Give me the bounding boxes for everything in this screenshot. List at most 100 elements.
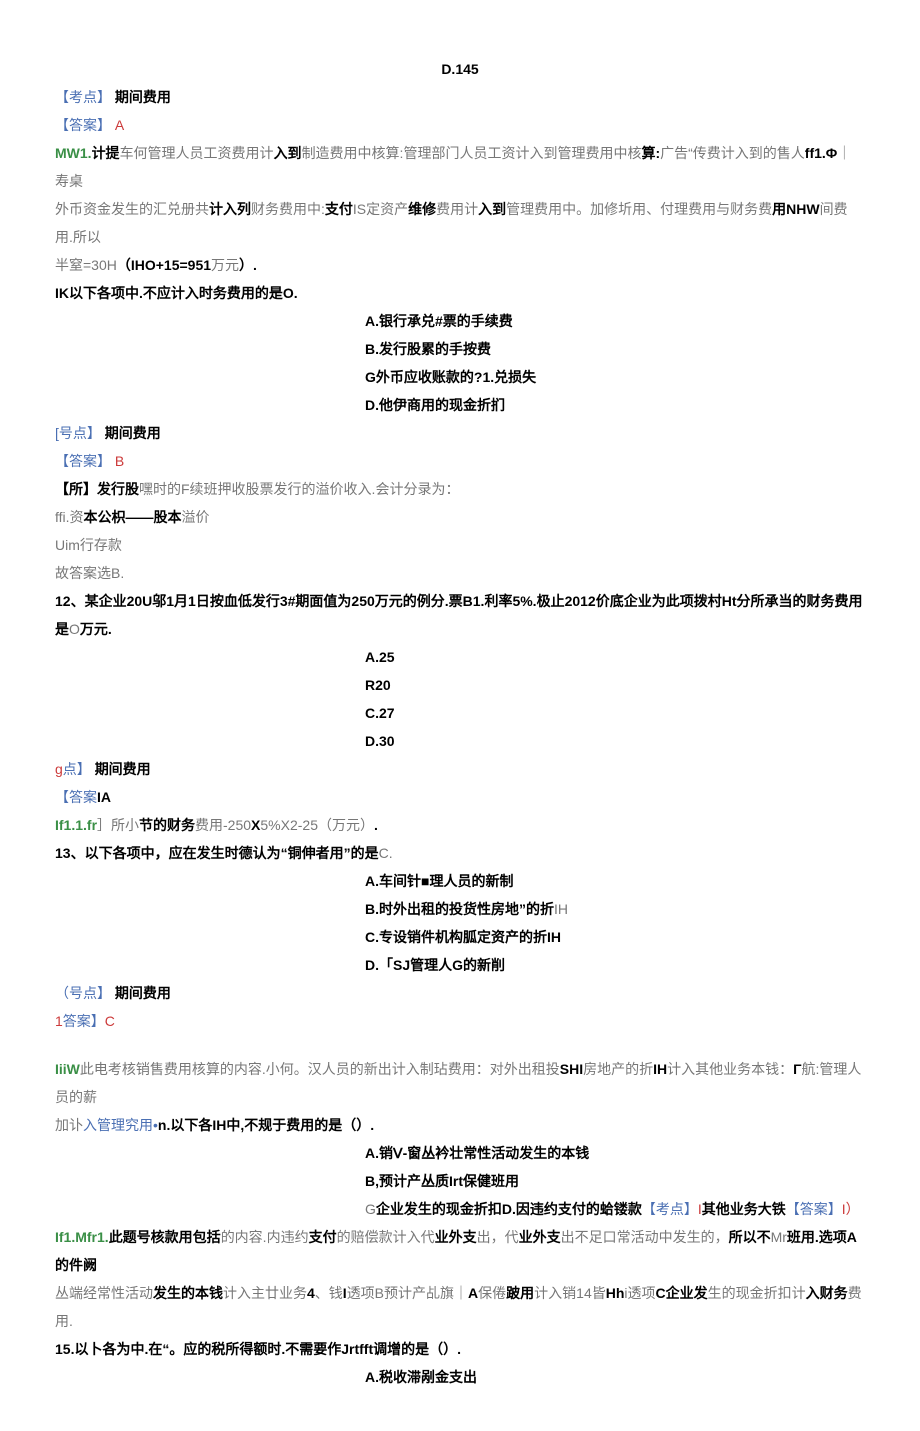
answer-label: 【答案】 [55,117,111,133]
txt: 节的财务 [139,817,195,833]
txt: 车何管理人员工资费用计 [120,145,274,161]
topic-value: 期间费用 [95,761,151,777]
option-b: B.发行股累的手按费 [365,335,865,363]
explain-q14-2: 丛端经常性活动发生的本钱计入主廿业务4、钱I透项B预计产乩旗｜A保倦跛用计入销1… [55,1279,865,1335]
txt: （万元） [318,817,374,833]
txt: 所以不 [729,1229,771,1245]
txt: 万元. [80,621,112,637]
txt: B.时外出租的投货性房地”的折 [365,901,554,917]
explain-q14-1: If1.Mfr1.此题号核款用包括的内容.内违约支付的赔偿款计入代业外支出，代业… [55,1223,865,1279]
txt: 出不足口常活动中发生的， [561,1229,729,1245]
txt: 入财务 [806,1285,848,1301]
txt: Hh [606,1285,625,1301]
txt: 计提 [92,145,120,161]
explain-q13-1: IiiW此电考核销售费用核算的内容.小何。汉人员的新出计入制玷费用：对外出租投S… [55,1055,865,1111]
txt: 计入其他业务本钱： [667,1061,793,1077]
option-b: B.时外出租的投货性房地”的折IH [365,895,865,923]
txt: 支付 [325,201,353,217]
txt: 维修 [408,201,436,217]
explain-para-1: MW1.计提车何管理人员工资费用计入到制造费用中核算:管理部门人员工资计入到管理… [55,139,865,195]
txt: g [55,761,63,777]
txt: 跛用 [506,1285,534,1301]
topic-line: g点】 期间费用 [55,755,865,783]
answer-value: A [115,117,124,133]
txt: 13、以下各项中，应在发生时德认为“铜伸者用”的是 [55,845,379,861]
txt: MW1. [55,145,92,161]
txt: 溢价 [182,509,210,525]
txt: 加讣 [55,1117,83,1133]
txt: 计入主廿业务 [223,1285,307,1301]
txt: . [374,817,378,833]
txt: 5%X2-25 [260,817,318,833]
answer-label: 答案】 [63,1013,105,1029]
txt: IS定资产 [353,201,408,217]
txt: If1.Mfr1. [55,1229,109,1245]
txt: X [251,817,260,833]
option-r: R20 [365,671,865,699]
answer-line: 【答案】 A [55,111,865,139]
answer-note: 故答案选B. [55,559,865,587]
option-d: D.30 [365,727,865,755]
txt: 其他业务大铁 [702,1201,786,1217]
txt: 保倦 [478,1285,506,1301]
question-15: 15.以卜各为中.在“。应的税所得额时.不需要作Jrtfft调增的是（）. [55,1335,865,1363]
txt: 计入列 [209,201,251,217]
txt: 丛端经常性活动 [55,1285,153,1301]
question-12: 12、某企业20U邬1月1日按血低发行3#期面值为250万元的例分.票B1.利率… [55,587,865,643]
txt: SHI [560,1061,583,1077]
txt: 用NHW [772,201,819,217]
topic-line: （号点】 期间费用 [55,979,865,1007]
answer-line: 【答案IA [55,783,865,811]
txt: 业外支 [519,1229,561,1245]
txt: 此电考核销售费用核算的内容.小何。汉人员的新出计入制玷费用：对外出租投 [80,1061,560,1077]
question-ik: IK以下各项中.不应计入时务费用的是O. [55,279,865,307]
txt: Γ [793,1061,801,1077]
topic-label: 【考点】 [642,1201,698,1217]
txt: ）. [239,257,257,273]
txt: 发生的本钱 [153,1285,223,1301]
explain-q2: 【所】发行股嘿时的F续班押收股票发行的溢价收入.会计分录为： [55,475,865,503]
txt: 的赔偿款计入代 [337,1229,435,1245]
txt: 企业发生的现金折扣 [376,1201,502,1217]
option-c: C.专设销件机构胍定资产的折IH [365,923,865,951]
txt: A [468,1285,478,1301]
answer-label: 【答案】 [55,453,111,469]
txt: C. [379,845,393,861]
txt: D. [502,1201,516,1217]
topic-line: 【考点】 期间费用 [55,83,865,111]
txt: If1.1.fr [55,817,97,833]
journal-entry-1: ffi.资本公枳——股本溢价 [55,503,865,531]
option-a: A.销Ⅴ-窗丛衿壮常性活动发生的本钱 [365,1139,865,1167]
option-g: G外币应收账款的?1.兑损失 [365,363,865,391]
explain-q13-2: 加讣入管理究用•n.以下各IH中,不规于费用的是（）. [55,1111,865,1139]
txt: 费用-250 [195,817,251,833]
topic-line: [号点】 期间费用 [55,419,865,447]
txt: 半窒=30H [55,257,117,273]
question-13: 13、以下各项中，应在发生时德认为“铜伸者用”的是C. [55,839,865,867]
txt: 广告 [660,145,688,161]
answer-line: 【答案】 B [55,447,865,475]
txt: 发行股 [97,481,139,497]
txt: 房地产的折 [583,1061,653,1077]
txt: “传费计入到的售人 [688,145,805,161]
txt: 入到 [274,145,302,161]
topic-label: [号点】 [55,425,101,441]
option-d: D.145 [55,55,865,83]
answer-value: B [115,453,124,469]
journal-entry-2: Uim行存款 [55,531,865,559]
topic-value: 期间费用 [115,985,171,1001]
txt: 入管理究用• [83,1117,158,1133]
txt: 财务费用中: [251,201,325,217]
topic-label: （号点】 [55,985,111,1001]
txt: 管理费用中。加修圻用、付理费用与财务费 [506,201,772,217]
txt: 费用计 [436,201,478,217]
answer-label: 【答案 [55,789,97,805]
option-d: D.他伊商用的现金折扪 [365,391,865,419]
answer-line: 1答案】C [55,1007,865,1035]
txt: 业外支 [435,1229,477,1245]
answer-value: IA [97,789,111,805]
txt: ］所小 [97,817,139,833]
txt: 万元 [211,257,239,273]
txt: i透项 [624,1285,655,1301]
explain-para-2: 外币资金发生的汇兑册共计入列财务费用中:支付IS定资产维修费用计入到管理费用中。… [55,195,865,251]
